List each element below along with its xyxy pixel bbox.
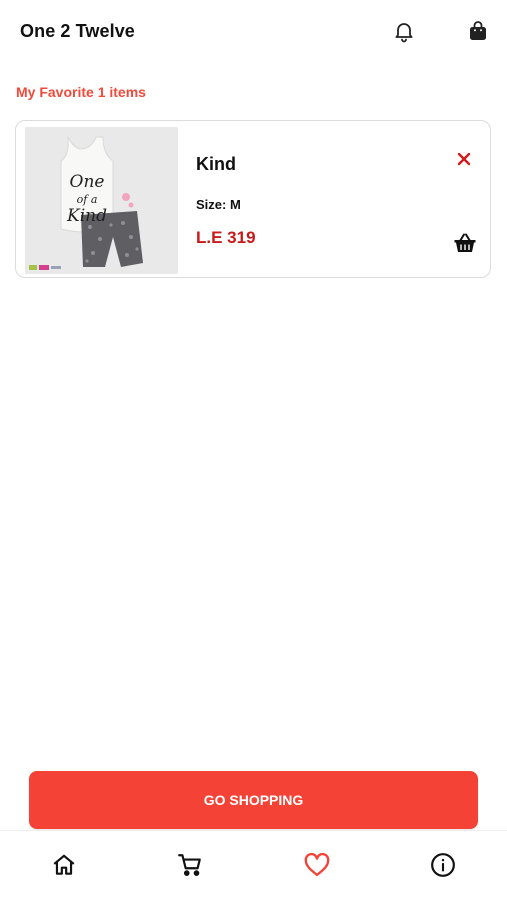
bell-icon[interactable] [391,18,417,44]
heart-icon [304,852,330,877]
shopping-bag-icon[interactable] [465,18,491,44]
home-icon [53,854,75,875]
add-to-cart-button[interactable] [452,231,478,255]
product-image[interactable]: One of a Kind [25,127,178,274]
cart-icon [178,854,201,876]
product-image-text-3: Kind [66,206,107,226]
go-shopping-button[interactable]: GO SHOPPING [29,771,478,829]
app-header: One 2 Twelve [0,0,507,64]
close-icon [457,152,471,166]
nav-home[interactable] [50,851,78,879]
nav-info[interactable] [429,851,457,879]
product-image-text-2: of a [77,193,98,206]
bottom-navigation [0,830,507,901]
remove-favorite-button[interactable] [453,148,475,170]
favorite-item-card[interactable]: One of a Kind Kind Size: M L.E 319 [15,120,491,278]
app-title: One 2 Twelve [20,21,135,41]
product-price: L.E 319 [196,228,256,247]
info-icon [431,853,455,877]
product-name: Kind [196,154,236,174]
product-size: Size: M [196,197,241,212]
favorites-heading: My Favorite 1 items [16,84,146,100]
nav-favorites[interactable] [303,851,331,879]
nav-cart[interactable] [176,851,204,879]
product-image-text-1: One [70,172,105,192]
basket-icon [454,233,476,252]
